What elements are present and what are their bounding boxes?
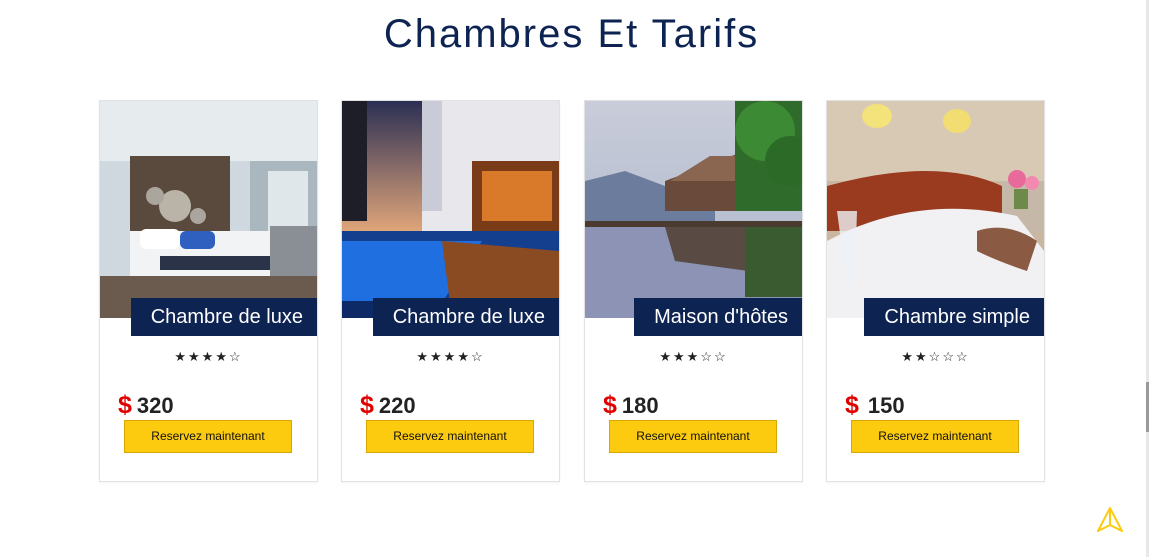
- room-photo-luxury-bedroom[interactable]: [100, 101, 317, 318]
- price-value: 150: [867, 393, 905, 418]
- price-value: 180: [621, 393, 659, 418]
- currency-symbol: $: [845, 391, 859, 419]
- star-rating: ★★★★☆: [174, 349, 243, 364]
- room-card: Maison d'hôtes ★★★☆☆ $180 Reservez maint…: [584, 100, 803, 482]
- reserve-button[interactable]: Reservez maintenant: [851, 420, 1019, 453]
- price-value: 220: [378, 393, 416, 418]
- room-photo-simple-bedroom[interactable]: [827, 101, 1044, 318]
- room-card: Chambre de luxe ★★★★☆ $220 Reservez main…: [341, 100, 560, 482]
- price-value: 320: [136, 393, 174, 418]
- room-name: Chambre de luxe: [130, 298, 317, 336]
- room-photo-guest-house[interactable]: [585, 101, 802, 318]
- room-card: Chambre de luxe ★★★★☆ $320 Reservez main…: [99, 100, 318, 482]
- room-photo-pool[interactable]: [342, 101, 559, 318]
- currency-symbol: $: [360, 391, 374, 419]
- reserve-button[interactable]: Reservez maintenant: [124, 420, 292, 453]
- room-name: Chambre de luxe: [372, 298, 559, 336]
- room-price: $180: [603, 391, 659, 420]
- navigation-arrow-icon[interactable]: [1096, 506, 1124, 534]
- star-rating: ★★★☆☆: [659, 349, 728, 364]
- section-title: Chambres Et Tarifs: [383, 12, 760, 56]
- star-rating: ★★★★☆: [416, 349, 485, 364]
- star-rating: ★★☆☆☆: [901, 349, 970, 364]
- currency-symbol: $: [603, 391, 617, 419]
- room-price: $220: [360, 391, 416, 420]
- reserve-button[interactable]: Reservez maintenant: [366, 420, 534, 453]
- room-price: $320: [118, 391, 174, 420]
- reserve-button[interactable]: Reservez maintenant: [609, 420, 777, 453]
- currency-symbol: $: [118, 391, 132, 419]
- room-name: Chambre simple: [864, 298, 1044, 336]
- room-name: Maison d'hôtes: [634, 298, 802, 336]
- room-card: Chambre simple ★★☆☆☆ $150 Reservez maint…: [826, 100, 1045, 482]
- room-price: $150: [845, 391, 905, 420]
